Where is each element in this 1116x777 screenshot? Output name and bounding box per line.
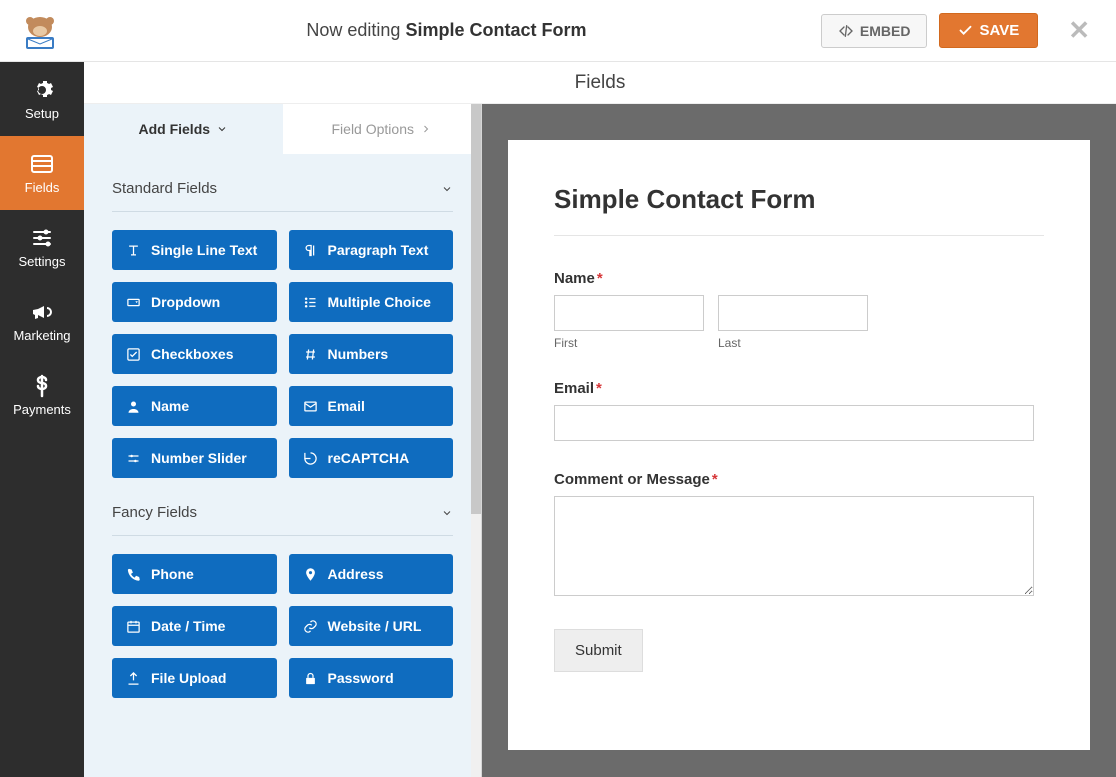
add-field-website-url[interactable]: Website / URL (289, 606, 454, 646)
save-button[interactable]: SAVE (939, 13, 1038, 48)
form-preview: Simple Contact Form Name* First Last (508, 140, 1090, 750)
phone-icon (126, 567, 141, 582)
text-icon (126, 243, 141, 258)
field-email[interactable]: Email* (554, 380, 1044, 441)
check-icon (126, 347, 141, 362)
add-field-file-upload[interactable]: File Upload (112, 658, 277, 698)
add-field-date-time[interactable]: Date / Time (112, 606, 277, 646)
add-field-numbers[interactable]: Numbers (289, 334, 454, 374)
upload-icon (126, 671, 141, 686)
first-sublabel: First (554, 336, 704, 350)
logo (8, 6, 72, 56)
add-field-name[interactable]: Name (112, 386, 277, 426)
nav-item-setup[interactable]: Setup (0, 62, 84, 136)
message-label: Comment or Message* (554, 471, 1044, 488)
chevron-right-icon (420, 123, 432, 135)
sliders-icon (30, 226, 54, 250)
submit-button[interactable]: Submit (554, 629, 643, 672)
close-button[interactable]: ✕ (1050, 15, 1108, 46)
dollar-icon (30, 374, 54, 398)
add-field-paragraph-text[interactable]: Paragraph Text (289, 230, 454, 270)
user-icon (126, 399, 141, 414)
email-label: Email* (554, 380, 1044, 397)
bullhorn-icon (30, 300, 54, 324)
add-field-multiple-choice[interactable]: Multiple Choice (289, 282, 454, 322)
top-header: Now editing Simple Contact Form EMBED SA… (0, 0, 1116, 62)
field-name[interactable]: Name* First Last (554, 270, 1044, 350)
first-name-input[interactable] (554, 295, 704, 331)
page-title: Now editing Simple Contact Form (72, 20, 821, 41)
calendar-icon (126, 619, 141, 634)
embed-button[interactable]: EMBED (821, 14, 928, 48)
add-field-dropdown[interactable]: Dropdown (112, 282, 277, 322)
add-field-checkboxes[interactable]: Checkboxes (112, 334, 277, 374)
dropdown-icon (126, 295, 141, 310)
nav-item-settings[interactable]: Settings (0, 210, 84, 284)
scrollbar-thumb[interactable] (471, 104, 481, 514)
lock-icon (303, 671, 318, 686)
add-field-phone[interactable]: Phone (112, 554, 277, 594)
name-label: Name* (554, 270, 1044, 287)
list-icon (30, 152, 54, 176)
panel-title: Fields (84, 62, 1116, 104)
field-message[interactable]: Comment or Message* (554, 471, 1044, 599)
preview-pane: Simple Contact Form Name* First Last (482, 104, 1116, 777)
add-field-number-slider[interactable]: Number Slider (112, 438, 277, 478)
group-header-standard-fields[interactable]: Standard Fields (112, 154, 453, 211)
nav-item-marketing[interactable]: Marketing (0, 284, 84, 358)
add-field-address[interactable]: Address (289, 554, 454, 594)
chevron-down-icon (216, 123, 228, 135)
chevron-down-icon (441, 183, 453, 195)
add-field-single-line-text[interactable]: Single Line Text (112, 230, 277, 270)
mail-icon (303, 399, 318, 414)
nav-item-fields[interactable]: Fields (0, 136, 84, 210)
check-icon (958, 23, 973, 38)
paragraph-icon (303, 243, 318, 258)
pin-icon (303, 567, 318, 582)
link-icon (303, 619, 318, 634)
email-input[interactable] (554, 405, 1034, 441)
hash-icon (303, 347, 318, 362)
form-name: Simple Contact Form (405, 20, 586, 40)
message-textarea[interactable] (554, 496, 1034, 596)
last-sublabel: Last (718, 336, 868, 350)
gear-icon (30, 78, 54, 102)
editing-prefix: Now editing (306, 20, 400, 40)
group-header-fancy-fields[interactable]: Fancy Fields (112, 478, 453, 535)
add-field-email[interactable]: Email (289, 386, 454, 426)
fields-panel: Add Fields Field Options Standard Fields… (84, 104, 482, 777)
last-name-input[interactable] (718, 295, 868, 331)
listul-icon (303, 295, 318, 310)
form-title: Simple Contact Form (554, 184, 1044, 236)
code-icon (838, 23, 854, 39)
nav-item-payments[interactable]: Payments (0, 358, 84, 432)
add-field-recaptcha[interactable]: reCAPTCHA (289, 438, 454, 478)
sliders-h-icon (126, 451, 141, 466)
chevron-down-icon (441, 507, 453, 519)
add-field-password[interactable]: Password (289, 658, 454, 698)
tab-field-options[interactable]: Field Options (283, 104, 482, 154)
recaptcha-icon (303, 451, 318, 466)
nav-sidebar: Setup Fields Settings Marketing Payments (0, 62, 84, 777)
tab-add-fields[interactable]: Add Fields (84, 104, 283, 154)
